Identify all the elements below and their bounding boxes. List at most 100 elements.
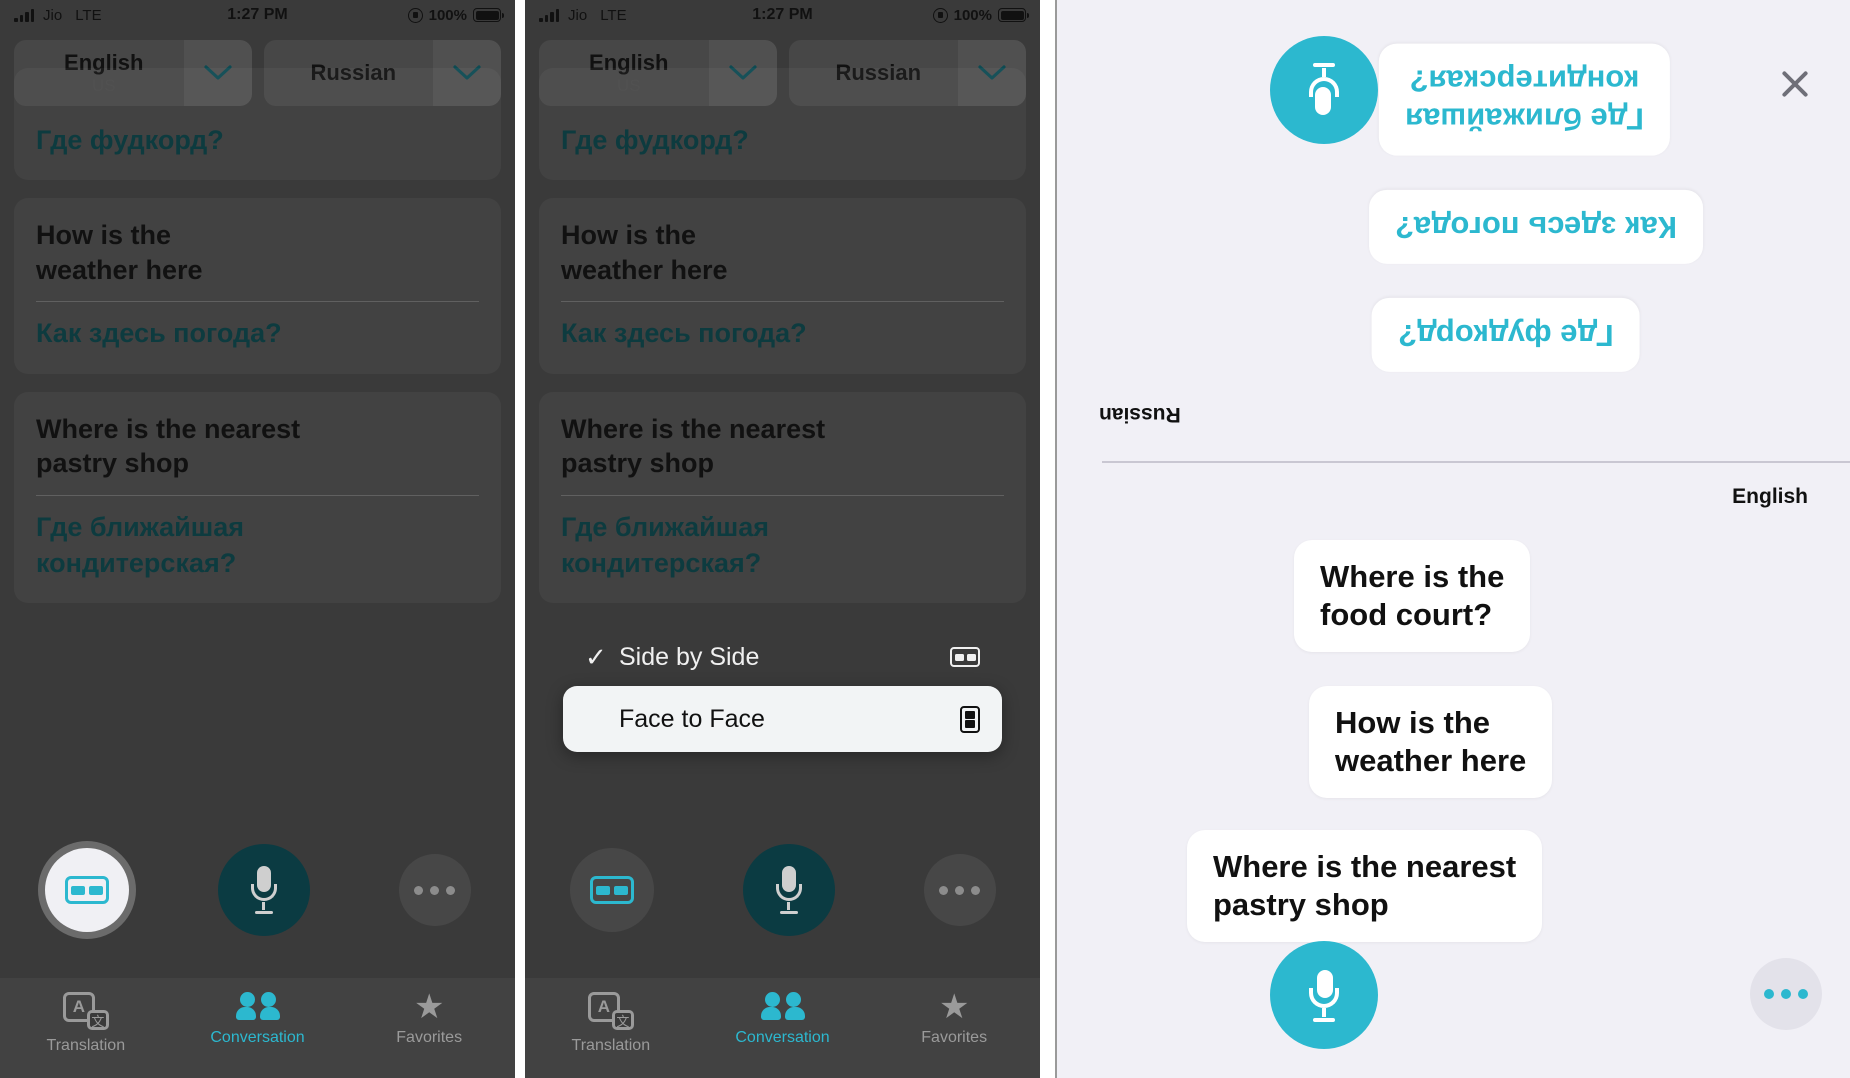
phone-panel-3-face-to-face: Где ближайшая кондитерская? Как здесь по… <box>1055 0 1850 1078</box>
conversation-card-clipped[interactable]: . Где фудкорд? <box>539 68 1026 181</box>
tab-label: Conversation <box>210 1029 305 1046</box>
people-icon <box>760 992 806 1022</box>
bubble-russian[interactable]: Как здесь погода? <box>1368 190 1703 264</box>
card-russian-text: Как здесь погода? <box>36 318 282 349</box>
microphone-icon <box>775 866 802 914</box>
card-divider <box>561 494 1004 496</box>
card-russian-text: Как здесь погода? <box>561 318 807 349</box>
microphone-icon <box>250 866 277 914</box>
bubble-english[interactable]: How is the weather here <box>1309 686 1553 798</box>
status-bar-right: 100% <box>932 6 1029 24</box>
bubble-text: Как здесь погода? <box>1394 209 1677 245</box>
microphone-button[interactable] <box>217 844 310 936</box>
card-divider <box>561 301 1004 303</box>
tab-label: Favorites <box>921 1029 988 1046</box>
rotation-lock-icon <box>932 7 948 23</box>
more-options-button[interactable] <box>398 854 471 926</box>
bubble-text: How is the weather here <box>1335 705 1527 778</box>
rotation-lock-icon <box>407 7 423 23</box>
tab-label: Conversation <box>735 1029 830 1046</box>
microphone-button-bottom[interactable] <box>1270 941 1378 1049</box>
card-russian-text: Где ближайшая кондитерская? <box>561 511 770 578</box>
battery-full-icon <box>473 8 504 22</box>
top-language-label: Russian <box>1099 403 1181 426</box>
microphone-button-top[interactable] <box>1270 36 1378 144</box>
tab-conversation[interactable]: Conversation <box>697 992 869 1047</box>
tab-label: Translation <box>571 1037 651 1054</box>
tab-translation[interactable]: A文 Translation <box>0 992 172 1055</box>
card-english-text: Where is the nearest pastry shop <box>561 413 826 479</box>
card-divider <box>36 301 479 303</box>
tab-favorites[interactable]: ★ Favorites <box>868 988 1040 1047</box>
microphone-icon <box>1309 63 1339 117</box>
conversation-list: . Где фудкорд? How is the weather here К… <box>525 68 1040 604</box>
side-by-side-button[interactable] <box>44 848 129 932</box>
people-icon <box>235 992 281 1022</box>
menu-item-label: Side by Side <box>619 642 760 671</box>
card-english-text: Where is the nearest pastry shop <box>36 413 301 479</box>
conversation-card[interactable]: Where is the nearest pastry shop Где бли… <box>14 391 501 604</box>
battery-full-icon <box>998 8 1029 22</box>
face-to-face-view: Где ближайшая кондитерская? Как здесь по… <box>1057 0 1850 1078</box>
conversation-card[interactable]: How is the weather here Как здесь погода… <box>539 198 1026 374</box>
phone-panel-2: Jio LTE 1:27 PM 100% English US Russian … <box>525 0 1040 1078</box>
card-english-text: How is the weather here <box>36 220 203 285</box>
phone-panel-1: Jio LTE 1:27 PM 100% English US Russian … <box>0 0 515 1078</box>
card-russian-text: Где фудкорд? <box>36 124 224 155</box>
bubble-russian[interactable]: Где фудкорд? <box>1372 298 1640 372</box>
card-russian-text: Где фудкорд? <box>561 124 749 155</box>
bubble-text: Where is the food court? <box>1320 559 1505 632</box>
microphone-button[interactable] <box>742 844 835 936</box>
tab-label: Translation <box>46 1037 126 1054</box>
conversation-card[interactable]: How is the weather here Как здесь погода… <box>14 198 501 374</box>
close-icon[interactable] <box>1778 66 1812 100</box>
tab-translation[interactable]: A文 Translation <box>525 992 697 1055</box>
tab-favorites[interactable]: ★ Favorites <box>343 988 515 1047</box>
translation-icon: A文 <box>587 992 634 1030</box>
battery-percent-label: 100% <box>428 6 467 24</box>
menu-item-face-to-face[interactable]: Face to Face <box>563 686 1002 752</box>
tab-conversation[interactable]: Conversation <box>172 992 344 1047</box>
status-bar-right: 100% <box>407 6 504 24</box>
panel-separator <box>1040 0 1055 1078</box>
conversation-card[interactable]: Where is the nearest pastry shop Где бли… <box>539 391 1026 604</box>
bubble-text: Where is the nearest pastry shop <box>1213 849 1517 922</box>
bottom-language-label: English <box>1732 485 1808 508</box>
battery-percent-label: 100% <box>953 6 992 24</box>
tab-bar: A文 Translation Conversation ★ Favorites <box>525 978 1040 1078</box>
conversation-list: . Где фудкорд? How is the weather here К… <box>0 68 515 604</box>
more-options-button[interactable] <box>923 854 996 926</box>
action-row <box>0 840 515 940</box>
status-bar: Jio LTE 1:27 PM 100% <box>525 0 1040 30</box>
bubble-english[interactable]: Where is the food court? <box>1294 540 1531 652</box>
menu-item-side-by-side[interactable]: ✓ Side by Side <box>563 628 1002 686</box>
panel-separator <box>515 0 525 1078</box>
conversation-card-clipped[interactable]: . Где фудкорд? <box>14 68 501 181</box>
action-row <box>525 840 1040 940</box>
more-options-button[interactable] <box>1750 958 1822 1030</box>
menu-item-label: Face to Face <box>619 704 765 733</box>
screenshot-stage: Jio LTE 1:27 PM 100% English US Russian … <box>0 0 1850 1078</box>
check-icon: ✓ <box>585 641 607 672</box>
face-to-face-icon <box>960 705 980 733</box>
card-divider <box>36 494 479 496</box>
tab-label: Favorites <box>396 1029 463 1046</box>
card-russian-text: Где ближайшая кондитерская? <box>36 511 245 578</box>
side-by-side-icon <box>589 876 634 904</box>
translation-icon: A文 <box>62 992 109 1030</box>
tab-bar: A文 Translation Conversation ★ Favorites <box>0 978 515 1078</box>
bubble-russian[interactable]: Где ближайшая кондитерская? <box>1379 44 1670 156</box>
bubble-english[interactable]: Where is the nearest pastry shop <box>1187 830 1543 942</box>
status-bar: Jio LTE 1:27 PM 100% <box>0 0 515 30</box>
side-by-side-button[interactable] <box>569 848 654 932</box>
star-icon: ★ <box>413 988 445 1026</box>
microphone-icon <box>1309 968 1339 1022</box>
bubble-text: Где ближайшая кондитерская? <box>1405 63 1644 137</box>
card-english-text: How is the weather here <box>561 220 728 285</box>
side-by-side-icon <box>950 647 980 667</box>
side-by-side-icon <box>64 876 109 904</box>
star-icon: ★ <box>938 988 970 1026</box>
center-divider <box>1102 461 1850 463</box>
bubble-text: Где фудкорд? <box>1398 317 1614 353</box>
view-mode-context-menu: ✓ Side by Side Face to Face <box>563 628 1002 752</box>
